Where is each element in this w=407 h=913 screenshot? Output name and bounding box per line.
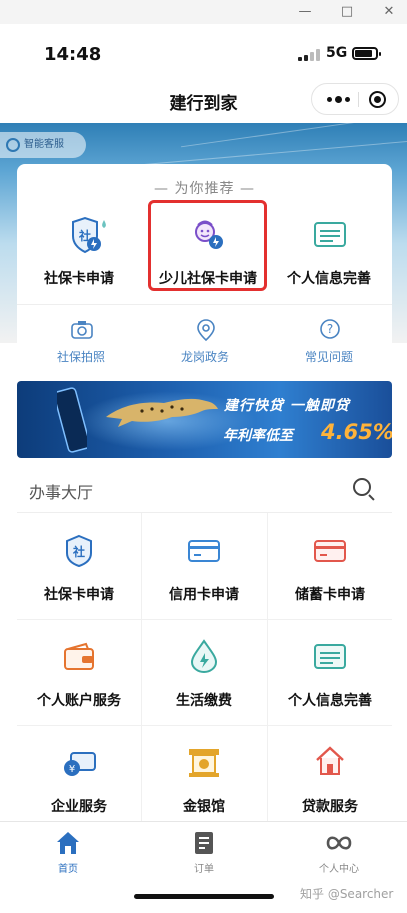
water-drop-icon: [190, 639, 218, 674]
hall-item-label: 个人信息完善: [288, 693, 372, 709]
status-bar: 14:48 5G: [0, 24, 407, 74]
svg-text:¥: ¥: [69, 764, 75, 775]
location-icon: [197, 319, 215, 342]
recommend-title: — 为你推荐 —: [154, 181, 255, 197]
hall-item-id-info[interactable]: 个人信息完善: [268, 620, 392, 725]
hall-item-label: 信用卡申请: [169, 587, 239, 603]
service-hall: 办事大厅 社 社保卡申请 信用卡申请 储蓄卡申请 个人账户服务 生活缴费 个人信…: [17, 465, 392, 845]
phone-screen: 14:48 5G 建行到家 智能客服 — 为你推荐 — 社 社保卡申请 少儿社保…: [0, 24, 407, 913]
enterprise-icon: ¥: [64, 752, 96, 776]
recommend-divider: [17, 304, 392, 305]
hall-item-loan[interactable]: 贷款服务: [268, 726, 392, 831]
hall-item-bills[interactable]: 生活缴费: [142, 620, 266, 725]
highlight-box: [148, 200, 267, 291]
svg-text:社: 社: [72, 544, 85, 559]
grid-divider: [141, 513, 142, 845]
network-type: 5G: [326, 45, 348, 61]
search-icon[interactable]: [353, 478, 371, 496]
quick-link-label: 常见问题: [304, 350, 353, 364]
hall-item-label: 社保卡申请: [44, 587, 114, 603]
house-icon: [316, 746, 344, 775]
headset-icon: [6, 138, 20, 152]
nav-bar: 建行到家: [0, 79, 407, 123]
grid-divider: [267, 513, 268, 845]
recommend-item-shebao[interactable]: 社 社保卡申请: [19, 204, 139, 294]
window-title-bar: — □ ✕: [0, 0, 407, 24]
home-icon: [57, 832, 79, 854]
camera-icon: [71, 321, 93, 339]
capsule-divider: [358, 92, 359, 107]
home-indicator[interactable]: [134, 894, 274, 899]
close-window-button[interactable]: ✕: [380, 3, 398, 21]
quick-link-label: 社保拍照: [56, 350, 105, 364]
recommend-item-id-info[interactable]: 个人信息完善: [269, 204, 389, 294]
cheetah-icon: [106, 398, 218, 427]
svg-text:?: ?: [327, 322, 333, 336]
hall-item-account[interactable]: 个人账户服务: [17, 620, 141, 725]
hall-item-label: 储蓄卡申请: [295, 587, 365, 603]
recommend-label: 社保卡申请: [44, 271, 114, 287]
recommend-card: — 为你推荐 — 社 社保卡申请 少儿社保卡申请 个人信息完善 社保拍照 龙岗政…: [17, 164, 392, 401]
tab-label: 首页: [58, 864, 78, 875]
tab-label: 订单: [194, 864, 214, 875]
mini-program-capsule: [311, 83, 399, 115]
hall-item-label: 金银馆: [183, 799, 225, 815]
hall-item-label: 企业服务: [51, 799, 107, 815]
grid-divider: [17, 725, 392, 726]
user-center-icon: [326, 836, 352, 850]
banner-subline: 年利率低至: [223, 428, 293, 444]
tab-bar: 首页 订单 个人中心 知乎 @Searcher: [0, 821, 407, 913]
maximize-button[interactable]: □: [338, 3, 356, 21]
wallet-icon: [64, 642, 94, 670]
quick-link-longgang[interactable]: 龙岗政务: [145, 314, 265, 374]
phone-graphic-icon: [57, 387, 87, 453]
debit-card-icon: [314, 540, 346, 562]
hall-item-label: 贷款服务: [302, 799, 358, 815]
quick-link-label: 龙岗政务: [180, 350, 229, 364]
status-time: 14:48: [44, 44, 102, 65]
minimize-button[interactable]: —: [296, 3, 314, 21]
banner-headline: 建行快贷 一触即贷: [224, 398, 350, 414]
recommend-label: 个人信息完善: [287, 271, 371, 287]
close-mini-program-icon[interactable]: [369, 91, 386, 108]
hall-item-gold[interactable]: 金银馆: [142, 726, 266, 831]
tab-home[interactable]: 首页: [28, 828, 108, 876]
hall-item-shebao[interactable]: 社 社保卡申请: [17, 514, 141, 619]
signal-icon: [298, 49, 320, 61]
banner-rate: 4.65%: [321, 420, 392, 444]
watermark: 知乎 @Searcher: [300, 887, 394, 901]
grid-divider: [17, 619, 392, 620]
hall-item-debit-card[interactable]: 储蓄卡申请: [268, 514, 392, 619]
quick-link-photo[interactable]: 社保拍照: [21, 314, 141, 374]
quick-link-faq[interactable]: ? 常见问题: [269, 314, 389, 374]
service-hall-title: 办事大厅: [29, 483, 94, 502]
question-icon: ?: [320, 319, 340, 339]
credit-card-icon: [188, 540, 220, 562]
order-icon: [195, 832, 213, 854]
smart-service-button[interactable]: 智能客服: [0, 132, 86, 158]
more-options-icon[interactable]: [322, 84, 356, 114]
hero-decor-line: [120, 139, 407, 168]
hall-item-credit-card[interactable]: 信用卡申请: [142, 514, 266, 619]
tab-label: 个人中心: [319, 864, 359, 875]
id-card-icon: [314, 644, 346, 669]
gold-icon: [189, 749, 219, 777]
tab-orders[interactable]: 订单: [164, 828, 244, 876]
id-card-icon: [314, 222, 346, 247]
hall-item-enterprise[interactable]: ¥ 企业服务: [17, 726, 141, 831]
shebao-icon: 社: [66, 534, 92, 568]
loan-promo-banner[interactable]: 建行快贷 一触即贷 年利率低至 4.65%: [17, 381, 392, 458]
battery-icon: [352, 47, 381, 60]
hall-item-label: 生活缴费: [176, 693, 232, 709]
service-hall-header: 办事大厅: [17, 465, 392, 513]
shebao-card-icon: 社: [72, 216, 106, 254]
hall-item-label: 个人账户服务: [37, 693, 121, 709]
tab-user-center[interactable]: 个人中心: [299, 828, 379, 876]
smart-service-label: 智能客服: [24, 139, 64, 150]
